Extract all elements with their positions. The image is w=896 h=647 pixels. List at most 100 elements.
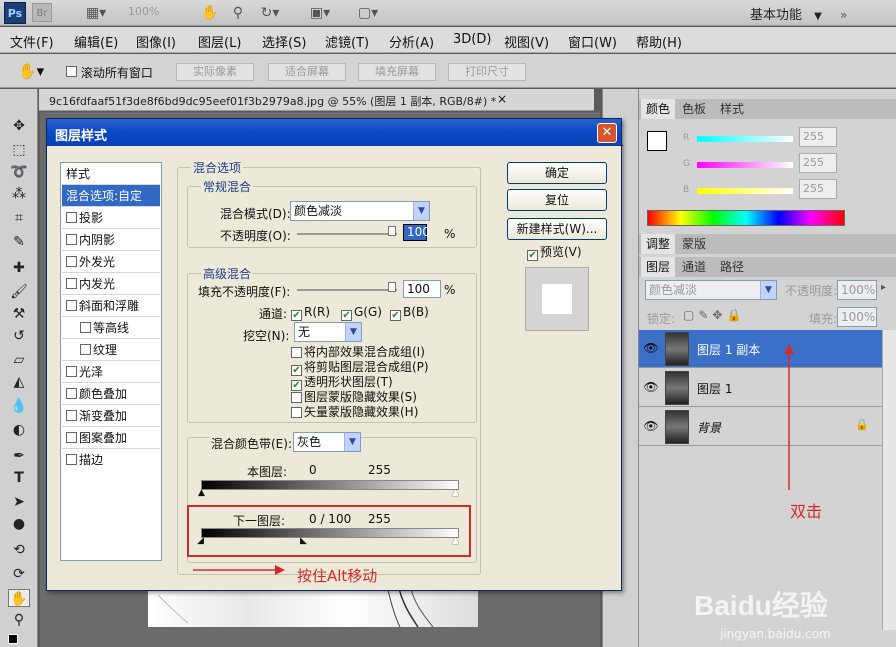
scroll-all-checkbox[interactable] [66,66,77,77]
style-checkbox[interactable] [66,410,77,421]
menu-edit[interactable]: 编辑(E) [74,32,118,51]
style-item-inner-glow[interactable]: 内发光 [62,273,160,295]
healing-brush-tool-icon[interactable]: ✚ [8,259,30,277]
3d-orbit-tool-icon[interactable]: ⟳ [8,565,30,583]
channel-r-checkbox[interactable]: ✔ [291,310,302,321]
layer-row[interactable]: 👁 图层 1 [639,369,882,407]
scroll-all-windows-option[interactable]: 滚动所有窗口 [66,64,153,81]
opacity-slider-handle[interactable] [388,226,396,236]
layer-mask-hides-option[interactable]: 图层蒙版隐藏效果(S) [291,390,417,405]
view-extras-icon[interactable]: ▦▾ [80,3,112,23]
this-layer-white-slider[interactable]: ▲ [452,489,459,498]
this-layer-black-slider[interactable]: ▲ [198,489,205,498]
layer-blend-mode-select[interactable]: 颜色减淡 ▼ [645,280,777,300]
green-slider[interactable] [697,162,793,168]
style-item-color-overlay[interactable]: 颜色叠加 [62,383,160,405]
preview-checkbox[interactable]: ✔ [527,250,538,261]
dodge-tool-icon[interactable]: ◐ [8,421,30,439]
channel-r-option[interactable]: ✔ R(R) [291,305,330,321]
red-slider[interactable] [697,136,793,142]
layer-mask-hides-checkbox[interactable] [291,392,302,403]
zoom-level-dropdown[interactable]: 100% [128,5,159,18]
move-tool-icon[interactable]: ✥ [8,117,30,135]
pen-tool-icon[interactable]: ✒ [8,447,30,465]
clone-stamp-tool-icon[interactable]: ⚒ [8,305,30,323]
style-item-pattern-overlay[interactable]: 图案叠加 [62,427,160,449]
tab-swatches[interactable]: 色板 [677,99,711,119]
tab-masks[interactable]: 蒙版 [677,234,711,254]
eraser-tool-icon[interactable]: ▱ [8,351,30,369]
brush-tool-icon[interactable]: 🖌 [8,283,30,301]
style-item-texture[interactable]: 纹理 [62,339,160,361]
layer-row-selected[interactable]: 👁 图层 1 副本 [639,330,882,368]
color-spectrum-bar[interactable] [647,210,845,226]
hand-tool-icon[interactable]: ✋ [198,3,222,23]
menu-3d[interactable]: 3D(D) [453,32,491,47]
style-checkbox[interactable] [66,366,77,377]
style-item-bevel-emboss[interactable]: 斜面和浮雕 [62,295,160,317]
workspace-switcher[interactable]: 基本功能 ▼ » [750,4,847,23]
style-checkbox[interactable] [80,322,91,333]
document-tab[interactable]: 9c16fdfaaf51f3de8f6bd9dc95eef01f3b2979a8… [39,89,594,111]
crop-tool-icon[interactable]: ⌗ [8,209,30,227]
blue-value-field[interactable]: 255 [799,179,837,199]
menu-view[interactable]: 视图(V) [504,32,549,51]
quick-select-tool-icon[interactable]: ⁂ [8,185,30,203]
layers-scrollbar[interactable] [882,330,896,630]
shape-tool-icon[interactable]: ● [8,515,30,533]
tab-layers[interactable]: 图层 [641,257,676,277]
fit-screen-button[interactable]: 适合屏幕 [268,63,346,81]
preview-option[interactable]: ✔ 预览(V) [527,245,582,261]
eye-icon[interactable]: 👁 [643,340,659,356]
dialog-title-bar[interactable]: 图层样式 ✕ [47,119,621,146]
path-selection-tool-icon[interactable]: ➤ [8,493,30,511]
reset-button[interactable]: 复位 [507,189,607,211]
lock-options-icon[interactable]: ▢✎✥🔒 [683,308,745,322]
style-checkbox[interactable] [66,432,77,443]
double-chevron-icon[interactable]: » [840,8,847,22]
opacity-field[interactable]: 100 [403,224,430,241]
style-item-stroke[interactable]: 描边 [62,449,160,471]
blur-tool-icon[interactable]: 💧 [8,397,30,415]
close-document-icon[interactable]: × [497,92,507,106]
zoom-tool-icon[interactable]: ⚲ [226,3,250,23]
style-item-contour[interactable]: 等高线 [62,317,160,339]
eye-icon[interactable]: 👁 [643,379,659,395]
style-checkbox[interactable] [66,234,77,245]
style-checkbox[interactable] [66,278,77,289]
channel-b-checkbox[interactable]: ✔ [390,310,401,321]
tab-channels[interactable]: 通道 [677,257,711,277]
opacity-slider-arrow-icon[interactable]: ▸ [881,282,886,293]
image-canvas[interactable] [148,584,478,628]
style-checkbox[interactable] [66,256,77,267]
screen-mode-icon[interactable]: ▢▾ [350,3,386,23]
tab-color[interactable]: 颜色 [641,99,676,119]
green-value-field[interactable]: 255 [799,153,837,173]
style-checkbox[interactable] [66,212,77,223]
channel-g-checkbox[interactable]: ✔ [341,310,352,321]
menu-filter[interactable]: 滤镜(T) [325,32,369,51]
style-item-blending-options[interactable]: 混合选项:自定 [62,185,160,207]
channel-g-option[interactable]: ✔ G(G) [341,305,382,321]
new-style-button[interactable]: 新建样式(W)... [507,218,607,240]
style-checkbox[interactable] [66,388,77,399]
style-item-gradient-overlay[interactable]: 渐变叠加 [62,405,160,427]
style-item-drop-shadow[interactable]: 投影 [62,207,160,229]
tab-adjustments[interactable]: 调整 [641,234,676,254]
lasso-tool-icon[interactable]: ➰ [8,163,30,181]
tab-styles[interactable]: 样式 [715,99,749,119]
eye-icon[interactable]: 👁 [643,418,659,434]
menu-file[interactable]: 文件(F) [10,32,54,51]
close-icon[interactable]: ✕ [597,123,617,143]
actual-pixels-button[interactable]: 实际像素 [176,63,254,81]
fill-opacity-field[interactable]: 100 [403,280,441,298]
menu-select[interactable]: 选择(S) [262,32,306,51]
style-checkbox[interactable] [66,300,77,311]
knockout-select[interactable]: 无 ▼ [294,322,362,342]
hand-tool-icon[interactable]: ✋ [8,589,30,607]
blend-mode-select[interactable]: 颜色减淡 ▼ [290,201,430,221]
opacity-slider-track[interactable] [297,233,397,235]
3d-rotate-tool-icon[interactable]: ⟲ [8,541,30,559]
layer-row-background[interactable]: 👁 背景 🔒 [639,408,882,446]
fill-screen-button[interactable]: 填充屏幕 [358,63,436,81]
